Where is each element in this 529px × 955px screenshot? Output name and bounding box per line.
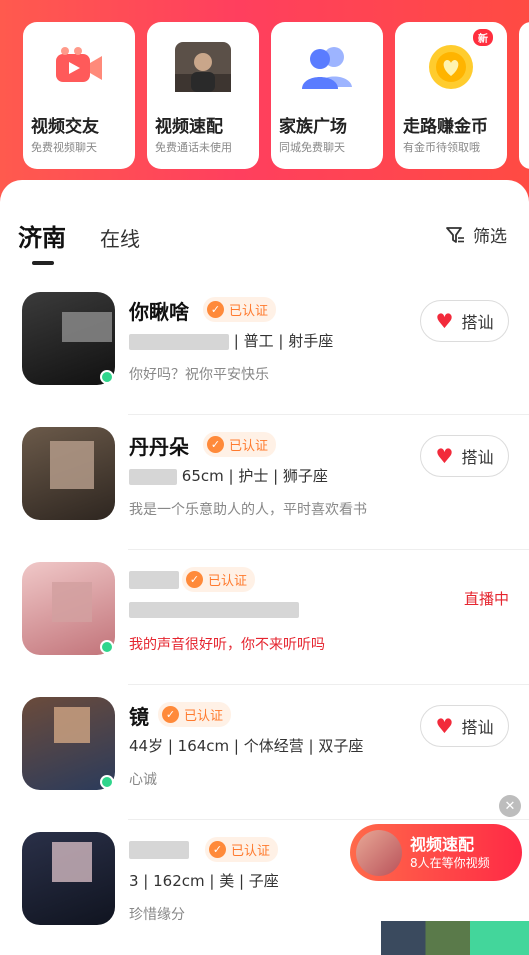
avatar[interactable] (22, 427, 115, 520)
filter-icon (446, 226, 464, 243)
user-info: 44岁 | 164cm | 个体经营 | 双子座 (129, 737, 364, 755)
filter-button[interactable]: 筛选 (445, 222, 507, 247)
user-status: 心诚 (129, 772, 157, 788)
chat-label: 搭讪 (461, 448, 494, 467)
user-info: | 普工 | 射手座 (129, 330, 333, 351)
verified-label: 已认证 (208, 574, 248, 589)
user-status: 珍惜缘分 (129, 907, 185, 923)
verified-badge: ✓ 已认证 (203, 297, 277, 322)
user-name (129, 836, 189, 860)
card-subtitle: 免费通话未使用 (155, 141, 232, 154)
live-label[interactable]: 直播中 (464, 588, 509, 609)
info-text: 65cm | 护士 | 狮子座 (181, 467, 328, 485)
chat-label: 搭讪 (461, 718, 494, 737)
card-partial[interactable] (519, 22, 529, 169)
check-icon: ✓ (207, 301, 224, 318)
verified-badge: ✓ 已认证 (158, 702, 232, 727)
verified-label: 已认证 (231, 844, 271, 859)
user-info: 65cm | 护士 | 狮子座 (129, 465, 328, 486)
card-title: 走路赚金币 (403, 117, 488, 137)
check-icon: ✓ (162, 706, 179, 723)
user-status: 我是一个乐意助人的人，平时喜欢看书 (129, 502, 367, 518)
user-name (129, 566, 179, 590)
card-title: 视频速配 (155, 117, 223, 137)
filter-label: 筛选 (473, 227, 507, 247)
card-video-match[interactable]: 视频速配 免费通话未使用 (147, 22, 259, 169)
name-redacted (129, 570, 179, 589)
avatar[interactable] (22, 697, 115, 790)
verified-badge: ✓ 已认证 (203, 432, 277, 457)
chat-label: 搭讪 (461, 313, 494, 332)
feature-cards: 视频交友 免费视频聊天 视频速配 免费通话未使用 家族广场 同城免费聊天 新 走… (23, 22, 529, 169)
video-match-float[interactable]: 视频速配 8人在等你视频 (350, 824, 522, 881)
heart-icon: ♥ (435, 714, 454, 738)
user-status: 你好吗？祝你平安快乐 (129, 367, 269, 383)
avatar[interactable] (22, 292, 115, 385)
video-camera-icon (50, 38, 108, 96)
user-info: 3 | 162cm | 美 | 子座 (129, 872, 279, 890)
info-redacted (129, 333, 229, 350)
tab-indicator (32, 261, 54, 265)
info-text: | 普工 | 射手座 (233, 332, 334, 350)
verified-label: 已认证 (184, 709, 224, 724)
user-row[interactable]: 镜 ✓ 已认证 44岁 | 164cm | 个体经营 | 双子座 心诚 ♥ 搭讪 (0, 685, 529, 820)
chat-button[interactable]: ♥ 搭讪 (420, 435, 509, 477)
check-icon: ✓ (186, 571, 203, 588)
card-subtitle: 免费视频聊天 (31, 141, 97, 154)
avatar (356, 829, 402, 876)
card-subtitle: 同城免费聊天 (279, 141, 345, 154)
chat-button[interactable]: ♥ 搭讪 (420, 705, 509, 747)
card-video-friends[interactable]: 视频交友 免费视频聊天 (23, 22, 135, 169)
online-indicator (100, 370, 114, 384)
info-redacted (129, 468, 177, 485)
card-title: 家族广场 (279, 117, 347, 137)
close-icon[interactable]: ✕ (499, 795, 521, 817)
card-title: 视频交友 (31, 117, 99, 137)
avatar[interactable] (22, 562, 115, 655)
card-family-plaza[interactable]: 家族广场 同城免费聊天 (271, 22, 383, 169)
check-icon: ✓ (207, 436, 224, 453)
user-name: 你瞅啥 (129, 300, 189, 324)
check-icon: ✓ (209, 841, 226, 858)
user-name: 丹丹朵 (129, 435, 189, 459)
gold-coin-icon (422, 38, 480, 96)
user-status: 我的声音很好听，你不来听听吗 (129, 637, 325, 653)
heart-icon: ♥ (435, 309, 454, 333)
user-info (129, 600, 299, 618)
family-group-icon (298, 38, 356, 96)
float-subtitle: 8人在等你视频 (410, 855, 490, 870)
city-tabs: 济南 在线 (18, 218, 140, 253)
float-title: 视频速配 (410, 834, 475, 854)
card-subtitle: 有金币待领取哦 (403, 141, 480, 154)
verified-badge: ✓ 已认证 (205, 837, 279, 862)
online-indicator (100, 775, 114, 789)
user-name: 镜 (129, 705, 149, 729)
online-indicator (100, 640, 114, 654)
card-walk-coins[interactable]: 新 走路赚金币 有金币待领取哦 (395, 22, 507, 169)
verified-badge: ✓ 已认证 (182, 567, 256, 592)
verified-label: 已认证 (229, 439, 269, 454)
tab-jinan[interactable]: 济南 (18, 218, 66, 253)
photo-avatar-icon (174, 38, 232, 96)
user-row[interactable]: 丹丹朵 ✓ 已认证 65cm | 护士 | 狮子座 我是一个乐意助人的人，平时喜… (0, 415, 529, 550)
heart-icon: ♥ (435, 444, 454, 468)
user-row[interactable]: 你瞅啥 ✓ 已认证 | 普工 | 射手座 你好吗？祝你平安快乐 ♥ 搭讪 (0, 280, 529, 415)
corner-thumbnail (381, 921, 529, 955)
chat-button[interactable]: ♥ 搭讪 (420, 300, 509, 342)
name-redacted (129, 840, 189, 859)
verified-label: 已认证 (229, 304, 269, 319)
tab-online[interactable]: 在线 (100, 223, 140, 252)
avatar[interactable] (22, 832, 115, 925)
user-row[interactable]: ✓ 已认证 我的声音很好听，你不来听听吗 直播中 (0, 550, 529, 685)
info-redacted (129, 601, 299, 618)
